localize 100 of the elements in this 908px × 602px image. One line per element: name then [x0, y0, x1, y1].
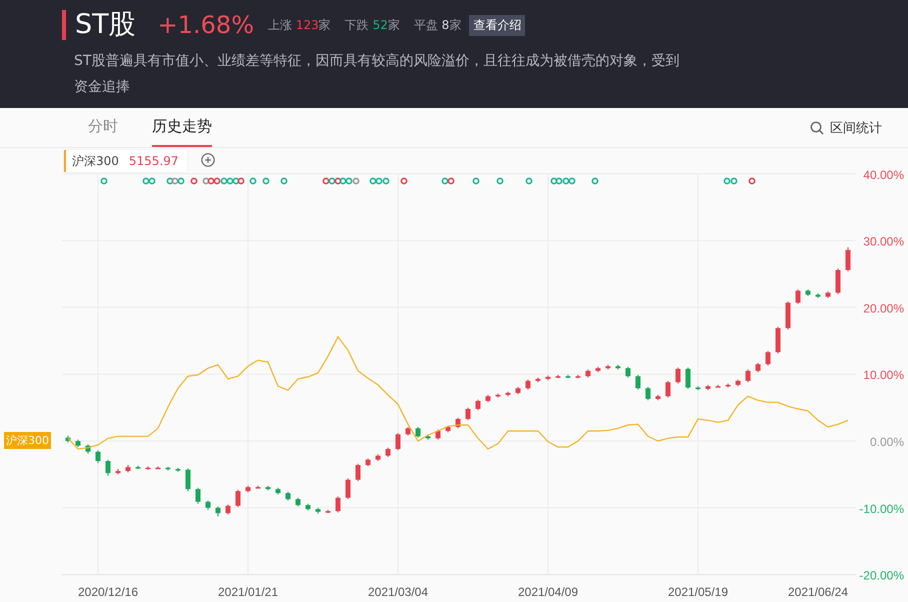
- candlestick: [846, 246, 850, 272]
- event-marker[interactable]: [550, 178, 558, 184]
- event-marker[interactable]: [448, 178, 454, 184]
- candlestick: [196, 487, 200, 504]
- candlestick: [256, 485, 260, 489]
- axis-label: -20.00%: [859, 568, 904, 583]
- date-label: 2021/03/04: [368, 585, 428, 599]
- event-marker[interactable]: [334, 178, 342, 184]
- candlestick: [496, 393, 500, 398]
- event-marker[interactable]: [100, 178, 108, 184]
- candlestick: [716, 384, 720, 388]
- date-label: 2020/12/16: [78, 585, 138, 599]
- event-marker[interactable]: [232, 178, 240, 184]
- event-marker[interactable]: [214, 178, 220, 184]
- tab[interactable]: 历史走势: [152, 108, 212, 147]
- event-marker[interactable]: [400, 178, 408, 184]
- event-marker[interactable]: [322, 178, 330, 184]
- event-marker[interactable]: [442, 178, 448, 184]
- candlestick: [586, 369, 590, 378]
- event-marker[interactable]: [178, 178, 184, 184]
- event-marker[interactable]: [166, 178, 174, 184]
- axis-label: 30.00%: [863, 234, 904, 249]
- axis-label: 10.00%: [863, 368, 904, 382]
- event-marker[interactable]: [748, 178, 756, 184]
- event-marker[interactable]: [238, 178, 244, 184]
- event-marker[interactable]: [370, 178, 376, 184]
- candlestick: [816, 292, 820, 299]
- stat-text: 平盘 8家: [414, 16, 462, 34]
- event-marker[interactable]: [724, 178, 730, 184]
- event-marker[interactable]: [730, 178, 738, 184]
- date-label: 2021/06/24: [788, 585, 848, 599]
- candlestick: [316, 507, 320, 514]
- stat-text: 上涨 123家: [268, 16, 331, 34]
- event-marker[interactable]: [172, 178, 178, 184]
- event-marker[interactable]: [202, 178, 210, 184]
- candlestick: [796, 288, 800, 305]
- event-marker[interactable]: [568, 178, 576, 184]
- event-marker[interactable]: [280, 178, 288, 184]
- event-marker[interactable]: [250, 178, 256, 184]
- event-marker[interactable]: [496, 178, 504, 184]
- event-marker[interactable]: [328, 178, 336, 184]
- candlestick: [806, 288, 810, 297]
- candlestick: [686, 367, 690, 390]
- candlestick: [836, 268, 840, 295]
- event-marker[interactable]: [142, 178, 150, 184]
- candlestick: [786, 300, 790, 330]
- candlestick: [236, 489, 240, 508]
- candlestick: [826, 290, 830, 299]
- event-marker[interactable]: [190, 178, 198, 184]
- candlestick: [86, 444, 90, 454]
- add-icon[interactable]: [201, 153, 215, 167]
- legend-name: 沪深300: [72, 152, 119, 170]
- candlestick: [466, 407, 470, 421]
- candlestick: [536, 377, 540, 383]
- candlestick: [356, 463, 360, 482]
- candlestick: [416, 426, 420, 438]
- event-marker[interactable]: [148, 178, 156, 184]
- event-marker[interactable]: [208, 178, 214, 184]
- candlestick: [226, 504, 230, 515]
- candlestick: [376, 454, 380, 462]
- description: ST股普遍具有市值小、业绩差等特征，因而具有较高的风险溢价，且往往成为被借壳的对象，受到资金追捧: [74, 52, 680, 97]
- candlestick: [526, 379, 530, 390]
- candlestick: [646, 386, 650, 401]
- axis-label: 20.00%: [863, 301, 904, 316]
- sector-title: ST股: [62, 10, 136, 40]
- candlestick: [486, 394, 490, 403]
- intro-button[interactable]: 查看介绍: [469, 14, 526, 36]
- event-marker[interactable]: [226, 178, 234, 184]
- candlestick: [216, 506, 220, 517]
- candlestick: [136, 465, 140, 470]
- event-marker[interactable]: [262, 178, 270, 184]
- candlestick: [506, 391, 510, 397]
- event-marker[interactable]: [592, 178, 598, 184]
- candlestick: [706, 384, 710, 391]
- event-marker[interactable]: [346, 178, 352, 184]
- change-percent: +1.68%: [158, 11, 254, 39]
- candlestick: [546, 375, 550, 381]
- candlestick: [166, 466, 170, 471]
- candlestick: [386, 447, 390, 458]
- event-marker[interactable]: [376, 178, 382, 184]
- candlestick: [656, 394, 660, 401]
- event-marker[interactable]: [556, 178, 562, 184]
- event-marker[interactable]: [340, 178, 346, 184]
- date-label: 2021/04/09: [518, 585, 578, 599]
- candlestick: [106, 459, 110, 476]
- event-marker[interactable]: [352, 178, 360, 184]
- candlestick: [156, 466, 160, 470]
- candlestick: [596, 366, 600, 373]
- event-marker[interactable]: [220, 178, 228, 184]
- candlestick: [116, 468, 120, 475]
- event-marker[interactable]: [472, 178, 480, 184]
- index-tag: 沪深300: [4, 432, 51, 449]
- event-marker[interactable]: [526, 178, 532, 184]
- candlestick: [206, 500, 210, 510]
- candlestick: [66, 435, 70, 443]
- candlestick: [636, 374, 640, 390]
- candlestick: [746, 369, 750, 383]
- range-stats-link[interactable]: 区间统计: [810, 108, 908, 147]
- event-marker[interactable]: [562, 178, 570, 184]
- event-marker[interactable]: [382, 178, 390, 184]
